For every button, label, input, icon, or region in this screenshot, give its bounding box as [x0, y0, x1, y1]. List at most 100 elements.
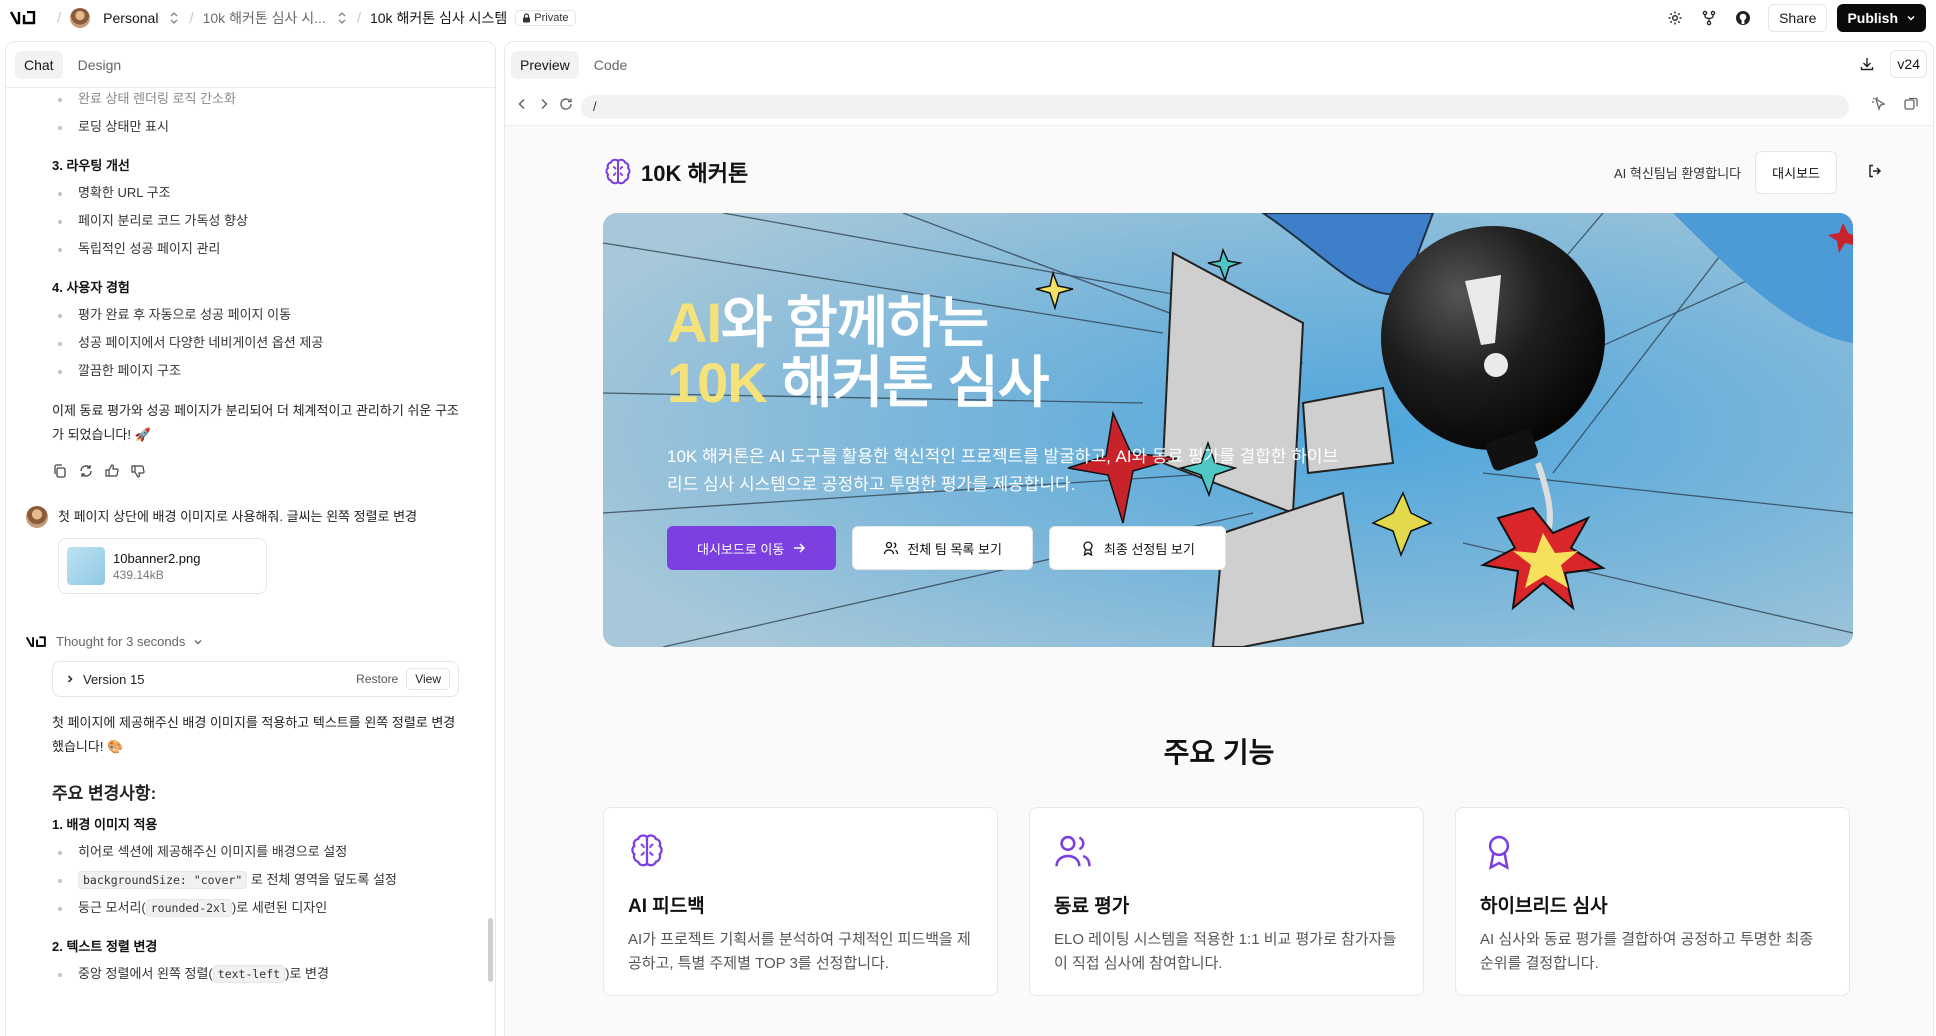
list-item-text: )로 변경 [285, 966, 329, 981]
workspace-switcher[interactable]: Personal [70, 8, 180, 28]
feature-title: 하이브리드 심사 [1480, 896, 1608, 917]
final-teams-button[interactable]: 최종 선정팀 보기 [1048, 526, 1226, 570]
hero-actions: 대시보드로 이동 전체 팀 목록 보기 최종 선정팀 보기 [667, 526, 1226, 570]
back-arrow-icon[interactable] [515, 97, 529, 116]
preview-panel: Preview Code v24 / 10K 해커톤 AI 혁신팀님 환영합니다… [504, 41, 1934, 1036]
section-heading: 주요 변경사항: [52, 784, 157, 803]
forward-arrow-icon[interactable] [537, 97, 551, 116]
avatar [26, 506, 48, 528]
user-message: 첫 페이지 상단에 배경 이미지로 사용해줘. 글씨는 왼쪽 정렬로 변경 10… [26, 506, 459, 594]
tab-chat[interactable]: Chat [15, 50, 63, 79]
v0-logo-icon [26, 635, 46, 647]
list-item: 페이지 분리로 코드 가독성 향상 [52, 207, 459, 235]
share-button[interactable]: Share [1768, 4, 1828, 32]
version-card[interactable]: Version 15 Restore View [52, 661, 459, 697]
feature-description: ELO 레이팅 시스템을 적용한 1:1 비교 평가로 참가자들이 직접 심사에… [1054, 931, 1397, 972]
attachment-size: 439.14kB [113, 567, 164, 582]
publish-label: Publish [1847, 10, 1898, 26]
list-item: 독립적인 성공 페이지 관리 [52, 235, 459, 263]
project-name: 10k 해커톤 심사 시... [202, 10, 326, 26]
url-input[interactable]: / [581, 94, 1849, 119]
message-actions [52, 463, 459, 482]
regenerate-icon[interactable] [78, 463, 94, 482]
version-label: Version 15 [83, 671, 145, 687]
refresh-icon[interactable] [559, 97, 573, 116]
list-item-text: 중앙 정렬에서 왼쪽 정렬( [78, 966, 213, 981]
project-switcher[interactable]: 10k 해커톤 심사 시... [203, 8, 348, 28]
users-icon [884, 541, 899, 555]
left-tabs: Chat Design [6, 42, 495, 88]
chevron-down-icon [194, 639, 202, 644]
list-item: 평가 완료 후 자동으로 성공 페이지 이동 [52, 301, 459, 329]
dashboard-button[interactable]: 대시보드 [1755, 150, 1837, 194]
chevron-updown-icon [336, 11, 348, 25]
thumbs-up-icon[interactable] [104, 463, 120, 482]
site-brand[interactable]: 10K 해커톤 [603, 156, 748, 188]
list-item: 중앙 정렬에서 왼쪽 정렬(text-left)로 변경 [52, 960, 459, 988]
all-teams-button[interactable]: 전체 팀 목록 보기 [852, 526, 1033, 570]
hero-description: 10K 해커톤은 AI 도구를 활용한 혁신적인 프로젝트를 발굴하고, AI와… [667, 447, 1339, 494]
hero-title-text: 와 함께하는 [721, 291, 989, 354]
button-label: 대시보드로 이동 [697, 541, 785, 557]
features-title: 주요 기능 [1163, 737, 1275, 768]
hero-title: AI와 함께하는 10K 해커톤 심사 [667, 291, 1049, 414]
list-item: backgroundSize: "cover" 로 전체 영역을 덮도록 설정 [52, 866, 459, 894]
copy-icon[interactable] [52, 463, 68, 482]
brain-icon [605, 158, 631, 185]
chevron-updown-icon [168, 11, 180, 25]
attachment-card[interactable]: 10banner2.png 439.14kB [58, 538, 267, 594]
go-dashboard-button[interactable]: 대시보드로 이동 [667, 526, 837, 570]
settings-gear-icon[interactable] [1660, 4, 1690, 32]
view-button[interactable]: View [406, 668, 450, 690]
list-item-text: 둥근 모서리( [78, 900, 146, 915]
download-icon[interactable] [1852, 50, 1882, 78]
chat-history: 완료 상태 렌더링 로직 간소화 로딩 상태만 표시 3. 라우팅 개선 명확한… [6, 89, 495, 1036]
open-in-new-window-icon[interactable] [1903, 96, 1919, 117]
git-fork-icon[interactable] [1694, 4, 1724, 32]
thought-toggle[interactable]: Thought for 3 seconds [26, 634, 459, 649]
breadcrumb-separator: / [57, 9, 62, 27]
v0-logo-icon[interactable] [8, 8, 40, 28]
private-badge: Private [515, 10, 576, 26]
restore-button[interactable]: Restore [356, 672, 398, 686]
feature-cards: AI 피드백 AI가 프로젝트 기획서를 분석하여 구체적인 피드백을 제공하고… [603, 807, 1850, 996]
cursor-select-icon[interactable] [1871, 96, 1887, 117]
scrollbar[interactable] [488, 918, 493, 982]
list-item: 히어로 섹션에 제공해주신 이미지를 배경으로 설정 [52, 838, 459, 866]
brain-icon [631, 834, 663, 867]
tab-design[interactable]: Design [69, 51, 131, 79]
hero-title-text: 해커톤 심사 [766, 351, 1049, 414]
inline-code: rounded-2xl [145, 899, 232, 917]
logout-icon[interactable] [1867, 163, 1883, 182]
list-item-text: )로 세련된 디자인 [231, 900, 328, 915]
site-header: 10K 해커톤 AI 혁신팀님 환영합니다 대시보드 [603, 150, 1883, 194]
section-heading: 2. 텍스트 정렬 변경 [52, 939, 158, 954]
attachment-thumbnail [67, 547, 105, 585]
feature-description: AI가 프로젝트 기획서를 분석하여 구체적인 피드백을 제공하고, 특별 주제… [628, 931, 971, 972]
welcome-text: AI 혁신팀님 환영합니다 [1614, 165, 1742, 181]
tab-code[interactable]: Code [585, 51, 636, 79]
tab-preview[interactable]: Preview [511, 51, 579, 79]
section-heading: 1. 배경 이미지 적용 [52, 817, 158, 832]
assistant-message: 이제 동료 평가와 성공 페이지가 분리되어 더 체계적이고 관리하기 쉬운 구… [52, 403, 459, 442]
chevron-down-icon [1907, 15, 1915, 21]
github-icon[interactable] [1728, 4, 1758, 32]
list-item: 둥근 모서리(rounded-2xl)로 세련된 디자인 [52, 894, 459, 922]
list-item: 성공 페이지에서 다양한 네비게이션 옵션 제공 [52, 329, 459, 357]
list-item: 로딩 상태만 표시 [52, 113, 459, 141]
user-message-text: 첫 페이지 상단에 배경 이미지로 사용해줘. 글씨는 왼쪽 정렬로 변경 [58, 509, 418, 524]
assistant-message: 첫 페이지에 제공해주신 배경 이미지를 적용하고 텍스트를 왼쪽 정렬로 변경… [52, 715, 456, 754]
version-badge[interactable]: v24 [1890, 50, 1927, 78]
section-heading: 3. 라우팅 개선 [52, 158, 130, 173]
list-item: 완료 상태 렌더링 로직 간소화 [52, 89, 459, 113]
thumbs-down-icon[interactable] [130, 463, 146, 482]
award-icon [1488, 835, 1510, 870]
chat-panel: Chat Design 완료 상태 렌더링 로직 간소화 로딩 상태만 표시 3… [5, 41, 496, 1036]
brand-name: 10K 해커톤 [641, 161, 749, 186]
feature-card-peer-review: 동료 평가 ELO 레이팅 시스템을 적용한 1:1 비교 평가로 참가자들이 … [1029, 807, 1424, 996]
chat-title[interactable]: 10k 해커톤 심사 시스템 [370, 8, 507, 28]
publish-button[interactable]: Publish [1837, 4, 1926, 32]
attachment-name: 10banner2.png [113, 550, 201, 566]
hero-title-highlight: AI [667, 291, 722, 354]
list-item: 깔끔한 페이지 구조 [52, 357, 459, 385]
